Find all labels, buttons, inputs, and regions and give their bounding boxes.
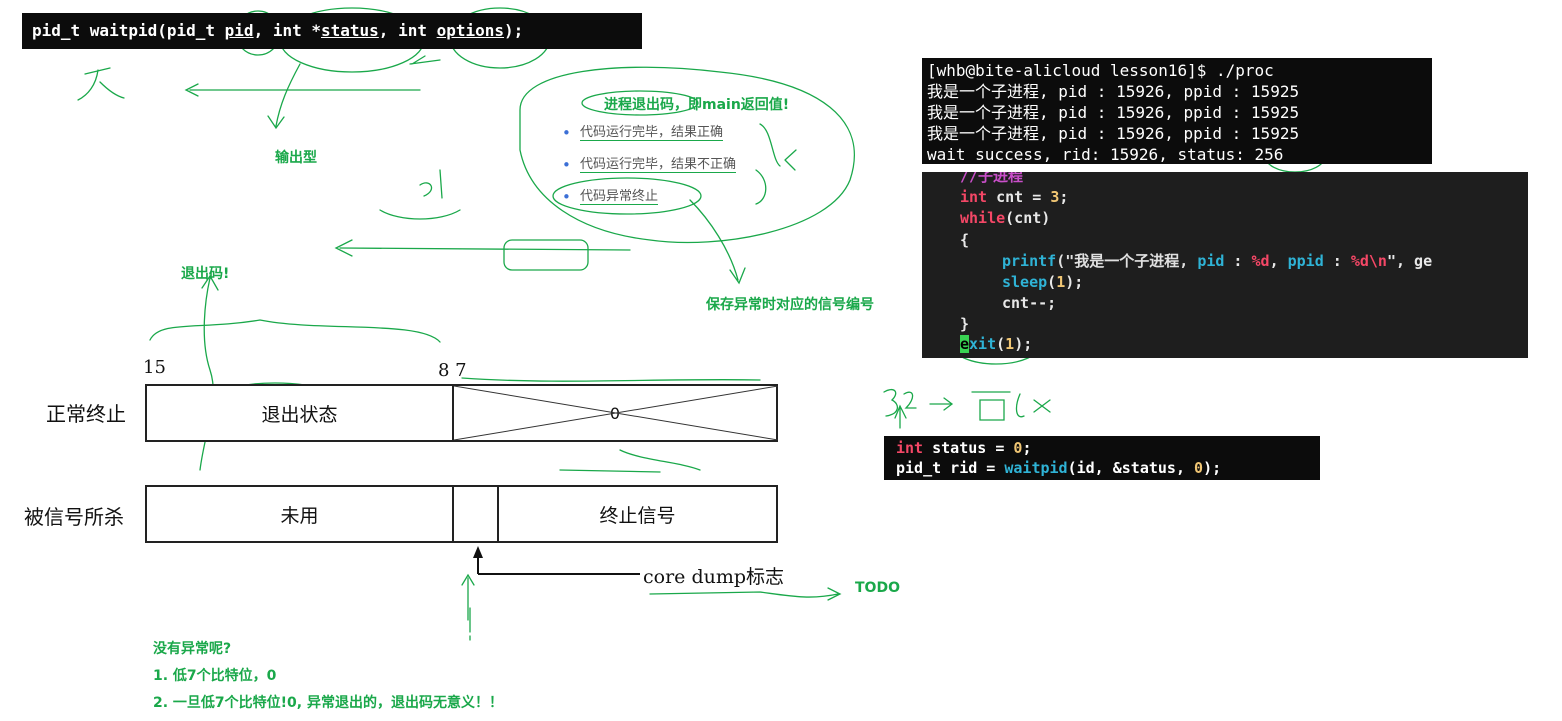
bit-8-7-label: 8 7	[438, 360, 467, 381]
code-line: int cnt = 3;	[960, 187, 1068, 208]
code-keyword: int	[896, 439, 924, 457]
wait-success-text: wait success, rid: 15926, status:	[927, 145, 1255, 164]
terminal-line: [whb@bite-alicloud lesson16]$ ./proc	[927, 61, 1274, 80]
code-function: waitpid	[1004, 459, 1068, 477]
unused-cell: 未用	[280, 504, 319, 527]
code-text: :	[1224, 252, 1252, 270]
proto-arg-options: options	[436, 21, 505, 40]
row-normal-label: 正常终止	[46, 402, 126, 426]
code-line: }	[960, 315, 970, 333]
code-number: 1	[1056, 273, 1066, 291]
signal-kill-bit-row: 未用 终止信号	[145, 485, 778, 543]
code-line: printf("我是一个子进程, pid : %d, ppid : %d\n",…	[1002, 251, 1432, 272]
code-string: ("我是一个子进程,	[1056, 252, 1198, 270]
terminal-line: 我是一个子进程, pid : 15926, ppid : 15925	[927, 103, 1300, 122]
proto-prefix: pid_t waitpid(pid_t	[32, 21, 225, 40]
core-dump-label: core dump标志	[643, 566, 785, 588]
code-line: pid_t rid = waitpid(id, &status, 0);	[896, 458, 1308, 478]
proto-arg-pid: pid	[224, 21, 254, 40]
code-function: printf	[1002, 252, 1057, 270]
code-line: while(cnt)	[960, 208, 1050, 229]
terminal-output: [whb@bite-alicloud lesson16]$ ./proc 我是一…	[922, 58, 1432, 164]
code-format: %d\n	[1350, 252, 1387, 270]
code-text: (cnt)	[1005, 209, 1051, 227]
list-item: 代码异常终止	[560, 182, 736, 214]
waitpid-call-snippet: int status = 0; pid_t rid = waitpid(id, …	[884, 436, 1320, 480]
code-text: ,	[1269, 252, 1288, 270]
proto-sep2: , int	[378, 21, 437, 40]
no-exception-title: 没有异常呢?	[153, 641, 232, 657]
code-text: ", ge	[1386, 252, 1433, 270]
proto-sep1: , int *	[253, 21, 321, 40]
normal-exit-bit-row: 退出状态 0	[145, 384, 778, 442]
code-text: ppid	[1287, 252, 1324, 270]
no-exception-point-2: 2. 一旦低7个比特位!0, 异常退出的，退出码无意义！！	[153, 695, 503, 711]
bit-15-label: 15	[143, 357, 166, 378]
terminal-line: 我是一个子进程, pid : 15926, ppid : 15925	[927, 82, 1300, 101]
code-text: (	[996, 335, 1006, 353]
code-line: {	[960, 231, 970, 249]
proto-suffix: );	[504, 21, 524, 40]
code-keyword: int	[960, 188, 988, 206]
terminal-line: 我是一个子进程, pid : 15926, ppid : 15925	[927, 124, 1300, 143]
code-editor: //子进程 int cnt = 3; while(cnt) { printf("…	[922, 172, 1528, 358]
code-text: );	[1203, 459, 1222, 477]
code-number: 3	[1050, 188, 1060, 206]
signal-number-note: 保存异常时对应的信号编号	[706, 297, 874, 313]
code-format: %d	[1251, 252, 1270, 270]
status-value: 256	[1254, 145, 1284, 164]
code-line: int status = 0;	[896, 438, 1308, 458]
code-keyword: while	[960, 209, 1006, 227]
code-line: cnt--;	[1002, 294, 1057, 312]
code-line: sleep(1);	[1002, 272, 1083, 293]
exit-case-label: 代码运行完毕，结果正确	[580, 125, 724, 141]
code-function: xit	[969, 335, 997, 353]
code-text: );	[1065, 273, 1084, 291]
no-exception-point-1: 1. 低7个比特位，0	[153, 668, 277, 684]
code-text: pid_t rid =	[896, 459, 1005, 477]
bit-divider	[452, 487, 454, 541]
exit-code-title: 进程退出码，即main返回值!	[604, 97, 790, 113]
exit-status-cell: 退出状态	[261, 403, 338, 426]
code-text: cnt =	[987, 188, 1051, 206]
code-text: (id, &status,	[1067, 459, 1195, 477]
terminal-line: wait success, rid: 15926, status: 256	[927, 144, 1427, 165]
crossed-out-mark	[454, 386, 778, 440]
code-comment: //子进程	[960, 172, 1024, 185]
exit-case-label: 代码运行完毕，结果不正确	[580, 157, 737, 173]
code-text: status =	[923, 439, 1014, 457]
code-text: pid	[1197, 252, 1225, 270]
exit-cases-list: 代码运行完毕，结果正确 代码运行完毕，结果不正确 代码异常终止	[560, 118, 737, 214]
exit-case-label: 代码异常终止	[580, 189, 659, 205]
code-function: sleep	[1002, 273, 1048, 291]
code-line: exit(1);	[960, 334, 1032, 355]
code-text: ;	[1022, 439, 1032, 457]
code-text: );	[1014, 335, 1033, 353]
code-text: (	[1047, 273, 1057, 291]
exit-code-short-note: 退出码!	[181, 266, 230, 282]
code-text: ;	[1059, 188, 1069, 206]
proto-arg-status: status	[321, 21, 379, 40]
code-text: :	[1323, 252, 1351, 270]
code-number: 0	[1194, 459, 1204, 477]
list-item: 代码运行完毕，结果正确	[560, 118, 736, 150]
text-cursor: e	[960, 335, 970, 353]
todo-note: TODO	[855, 580, 900, 596]
term-signal-cell: 终止信号	[599, 504, 676, 527]
waitpid-prototype: pid_t waitpid(pid_t pid, int *status, in…	[22, 13, 642, 49]
code-number: 1	[1005, 335, 1015, 353]
list-item: 代码运行完毕，结果不正确	[560, 150, 737, 182]
row-signal-label: 被信号所杀	[24, 505, 124, 529]
output-param-note: 输出型	[275, 150, 317, 166]
